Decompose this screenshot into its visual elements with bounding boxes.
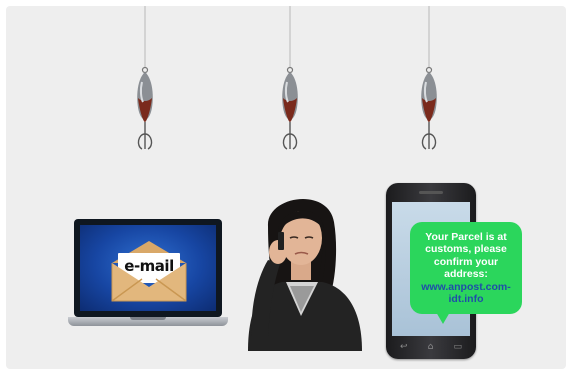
home-icon: ⌂	[427, 342, 434, 352]
sms-message-url: www.anpost.com-idt.info	[421, 280, 511, 306]
sms-message-text: Your Parcel is at customs, please confir…	[425, 230, 507, 281]
phone-speaker	[419, 191, 443, 194]
laptop-screen: e-mail	[74, 219, 222, 317]
phone-nav-buttons: ↩ ⌂ ▭	[400, 342, 462, 352]
laptop-notch	[130, 317, 166, 320]
email-label: e-mail	[124, 257, 174, 275]
fishing-lure-icon	[408, 6, 448, 166]
back-icon: ↩	[400, 342, 408, 352]
sms-message-bubble: Your Parcel is at customs, please confir…	[410, 222, 522, 314]
person-on-phone-icon	[238, 186, 368, 351]
laptop-icon: e-mail	[68, 219, 228, 335]
illustration-frame: e-mail ↩ ⌂ ▭ Your Parcel is at customs, …	[6, 6, 566, 369]
laptop-display: e-mail	[80, 225, 216, 311]
menu-icon: ▭	[453, 342, 462, 352]
bubble-tail	[436, 312, 450, 324]
fishing-lure-icon	[124, 6, 164, 166]
fishing-lure-icon	[269, 6, 309, 166]
